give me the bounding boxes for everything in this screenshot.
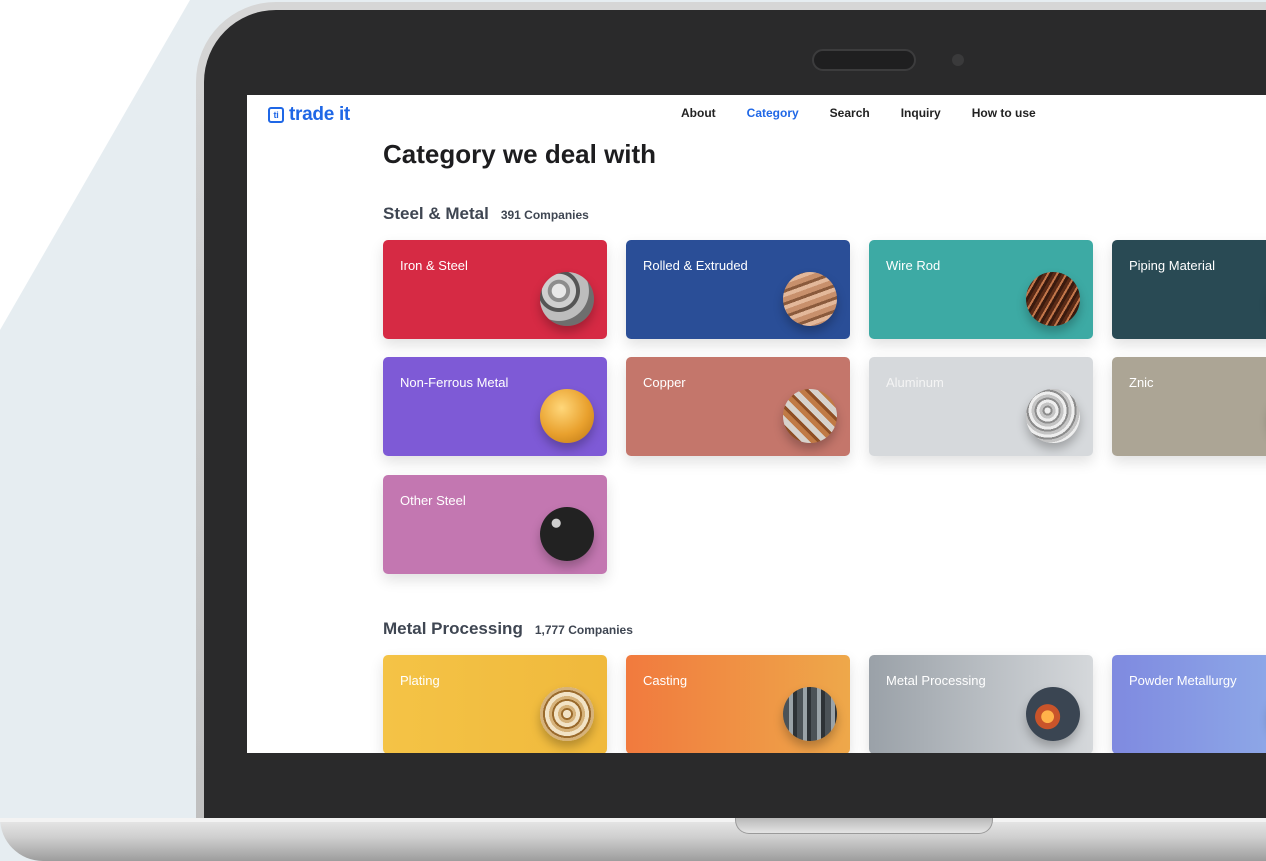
category-card-non-ferrous-metal[interactable]: Non-Ferrous Metal <box>383 357 607 456</box>
section-name: Steel & Metal <box>383 204 489 223</box>
card-label: Rolled & Extruded <box>643 258 748 273</box>
steel-pipes-icon <box>540 272 594 326</box>
card-label: Znic <box>1129 375 1154 390</box>
category-card-powder-metallurgy[interactable]: Powder Metallurgy <box>1112 655 1266 753</box>
nav-item-inquiry[interactable]: Inquiry <box>901 106 941 120</box>
metal-grinding-icon <box>1026 687 1080 741</box>
rolled-sheets-icon <box>783 272 837 326</box>
copper-wire-icon <box>1026 272 1080 326</box>
card-label: Other Steel <box>400 493 466 508</box>
category-card-iron-steel[interactable]: Iron & Steel <box>383 240 607 339</box>
nav-item-about[interactable]: About <box>681 106 716 120</box>
page-title: Category we deal with <box>383 139 657 169</box>
copper-tubes-icon <box>783 389 837 443</box>
casting-icon <box>783 687 837 741</box>
category-card-other-steel[interactable]: Other Steel <box>383 475 607 574</box>
nav-item-how-to-use[interactable]: How to use <box>972 106 1036 120</box>
category-card-plating[interactable]: Plating <box>383 655 607 753</box>
laptop-base <box>0 818 1266 861</box>
card-label: Casting <box>643 673 688 688</box>
camera-icon <box>952 54 964 66</box>
card-label: Non-Ferrous Metal <box>400 375 509 390</box>
logo-mark-icon: ti <box>268 107 284 123</box>
card-label: Wire Rod <box>886 258 941 273</box>
section-header-metal-processing: Metal Processing 1,777 Companies <box>383 619 633 639</box>
section-header-steel-metal: Steel & Metal 391 Companies <box>383 204 589 224</box>
main-nav: About Category Search Inquiry How to use <box>681 106 1067 120</box>
brand-name: trade it <box>289 104 350 125</box>
category-card-aluminum[interactable]: Aluminum <box>869 357 1093 456</box>
card-label: Metal Processing <box>886 673 986 688</box>
card-label: Copper <box>643 375 686 390</box>
card-label: Iron & Steel <box>400 258 468 273</box>
card-label: Plating <box>400 673 440 688</box>
category-card-metal-processing[interactable]: Metal Processing <box>869 655 1093 753</box>
laptop-notch <box>735 818 993 834</box>
camera-housing <box>812 49 916 71</box>
gold-sphere-icon <box>540 389 594 443</box>
section-count: 1,777 Companies <box>534 623 633 637</box>
plated-parts-icon <box>540 687 594 741</box>
laptop-screen: ti trade it About Category Search Inquir… <box>247 95 1266 753</box>
category-card-rolled-extruded[interactable]: Rolled & Extruded <box>626 240 850 339</box>
aluminum-scrap-icon <box>1026 389 1080 443</box>
category-card-copper[interactable]: Copper <box>626 357 850 456</box>
category-card-casting[interactable]: Casting <box>626 655 850 753</box>
category-card-piping-material[interactable]: Piping Material <box>1112 240 1266 339</box>
section-count: 391 Companies <box>500 208 589 222</box>
section-name: Metal Processing <box>383 619 523 638</box>
card-label: Aluminum <box>886 375 944 390</box>
card-label: Powder Metallurgy <box>1129 673 1237 688</box>
brand-logo[interactable]: ti trade it <box>268 104 350 126</box>
nav-item-search[interactable]: Search <box>830 106 870 120</box>
category-card-wire-rod[interactable]: Wire Rod <box>869 240 1093 339</box>
steel-bars-icon <box>540 507 594 561</box>
category-card-znic[interactable]: Znic <box>1112 357 1266 456</box>
card-label: Piping Material <box>1129 258 1215 273</box>
nav-item-category[interactable]: Category <box>747 106 799 120</box>
